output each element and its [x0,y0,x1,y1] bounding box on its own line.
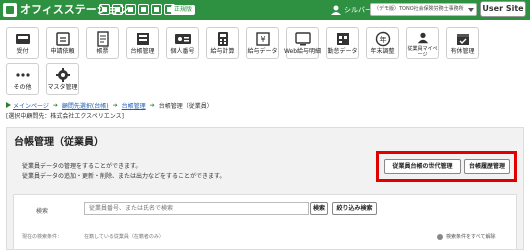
leave-icon [456,34,469,45]
calendar-icon[interactable] [112,4,123,15]
menu-tile-label: 有休管理 [450,48,475,55]
edition-badge: 正規版 [171,5,196,15]
notification-icon[interactable] [99,4,110,15]
arrow-right-icon: ➔ [112,101,118,109]
breadcrumb-ledger-link[interactable]: 台帳管理 [122,101,146,110]
employee-page-icon [417,32,428,44]
menu-tile-leave[interactable]: 有休管理 [446,27,479,59]
menu-tile-label: 給与計算 [210,48,235,55]
menu-tile-label: 台帳管理 [130,48,155,55]
page-description: 従業員データの管理をすることができます。 従業員データの追加・更新・削除、または… [22,162,225,182]
selected-client-label: [選択中顧問先：株式会社エクスペリエンス] [6,113,124,120]
attendance-icon [336,33,349,45]
search-button[interactable]: 検索 [310,202,328,215]
current-filter-value: 在籍している従業員（在籍者のみ） [84,234,164,240]
clear-filters-link[interactable]: 検索条件をすべて解除 [437,233,495,241]
menu-tile-label: 帳票 [96,48,109,55]
menu-tile-salary-data[interactable]: ¥ 給与データ [246,27,279,59]
year-end-icon: 年 [375,31,390,47]
web-payslip-icon [294,32,311,46]
menu-tile-payroll[interactable]: 給与計算 [206,27,239,59]
menu-tile-year-end[interactable]: 年 年末調整 [366,27,399,59]
more-icon [15,73,30,77]
form-icon [96,31,109,47]
clear-filters-label: 検索条件をすべて解除 [446,234,496,240]
description-line-1: 従業員データの管理をすることができます。 [22,163,142,170]
breadcrumb-current: 台帳管理（従業員） [158,102,213,110]
inbox-icon [15,34,30,44]
refine-search-button[interactable]: 絞り込み検索 [332,202,377,215]
menu-tile-label: 申請依頼 [50,48,75,55]
user-rank: シルバー [344,6,372,14]
app-logo-icon[interactable] [3,3,17,17]
close-icon [437,234,443,240]
menu-tile-reception[interactable]: 受付 [6,27,39,59]
salary-data-icon: ¥ [255,32,270,46]
arrow-right-icon: ➔ [149,101,155,109]
calculator-icon [217,32,228,46]
search-input[interactable] [84,202,309,215]
menu-tile-label: マスタ管理 [47,84,78,91]
menu-tile-other[interactable]: その他 [6,63,39,95]
history-management-button[interactable]: 台帳履歴管理 [464,159,510,174]
menu-tile-label: 給与データ [247,48,278,55]
menu-tile-request[interactable]: 申請依頼 [46,27,79,59]
user-site-button[interactable]: User Site [480,1,526,17]
svg-text:¥: ¥ [260,35,265,44]
menu-tile-label: 勤怠データ [327,48,358,55]
account-select[interactable]: （デモ版）TONO社会保険労務士事務所 [370,3,477,16]
settings-icon[interactable] [151,4,162,15]
menu-tile-personal-number[interactable]: 個人番号 [166,27,199,59]
message-icon[interactable] [138,4,149,15]
arrow-right-icon: ➔ [52,101,58,109]
menu-tile-employee-page[interactable]: 従業員マイページ [406,27,439,59]
ledger-icon [136,33,149,45]
menu-tile-label: その他 [13,84,32,91]
breadcrumb-home-link[interactable]: メインページ [13,101,49,110]
account-select-value: （デモ版）TONO社会保険労務士事務所 [374,6,464,12]
menu-tile-attendance[interactable]: 勤怠データ [326,27,359,59]
id-card-icon [174,34,191,44]
breadcrumb-client-link[interactable]: 顧問先選択(台帳) [62,101,109,110]
menu-tile-label: 従業員マイページ [407,46,438,58]
svg-text:年: 年 [379,35,386,44]
description-line-2: 従業員データの追加・更新・削除、または出力などをすることができます。 [22,173,226,180]
top-header-bar: オフィスステーション 正規版 シルバー （デモ版）TONO社会保険労務士事務所 … [0,0,530,20]
menu-tile-master[interactable]: マスタ管理 [46,63,79,95]
menu-tile-ledger[interactable]: 台帳管理 [126,27,159,59]
chevron-down-icon [468,8,474,12]
help-icon[interactable] [125,4,136,15]
generation-management-button[interactable]: 従業員台帳の世代管理 [384,159,461,174]
user-icon [331,5,341,15]
gear-icon [55,68,70,82]
menu-tile-label: 受付 [16,48,29,55]
menu-tile-forms[interactable]: 帳票 [86,27,119,59]
menu-tile-label: 年末調整 [370,48,395,55]
menu-tile-label: 個人番号 [170,48,195,55]
current-filter-label: 現在の検索条件： [22,234,63,240]
page-title: 台帳管理（従業員） [14,137,104,148]
breadcrumb: メインページ ➔ 顧問先選択(台帳) ➔ 台帳管理 ➔ 台帳管理（従業員） [6,100,213,110]
home-arrow-icon [6,102,11,108]
menu-tile-label: Web給与明細 [283,48,322,55]
search-label: 検索 [36,208,49,215]
request-icon [55,32,70,46]
menu-tile-web-payslip[interactable]: Web給与明細 [283,27,322,59]
